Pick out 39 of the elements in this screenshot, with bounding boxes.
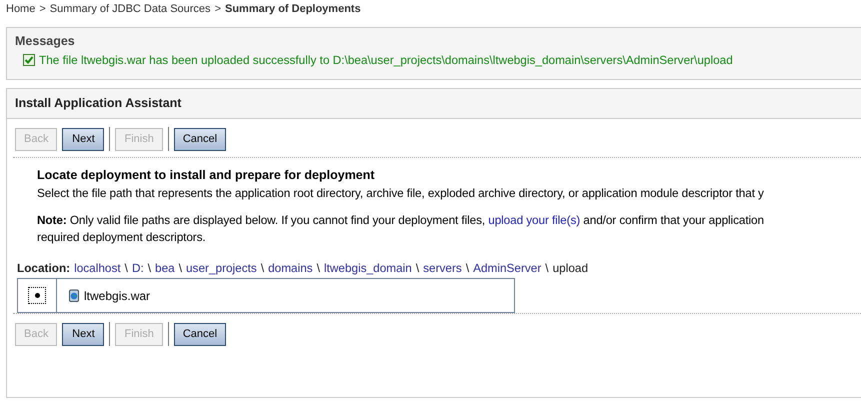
archive-globe-icon xyxy=(69,289,79,302)
path-separator: \ xyxy=(124,261,128,275)
radio-button[interactable] xyxy=(28,287,46,304)
path-separator: \ xyxy=(148,261,152,275)
breadcrumb-link[interactable]: Summary of JDBC Data Sources xyxy=(50,3,211,17)
path-link[interactable]: bea xyxy=(155,261,175,275)
path-separator: \ xyxy=(260,261,264,275)
breadcrumb-current: Summary of Deployments xyxy=(225,3,361,17)
wizard-button[interactable]: Cancel xyxy=(174,322,226,346)
breadcrumb-separator: > xyxy=(214,3,221,17)
assistant-title: Install Application Assistant xyxy=(7,89,861,119)
path-link[interactable]: user_projects xyxy=(186,261,257,275)
note-text-continued: required deployment descriptors. xyxy=(37,230,207,246)
breadcrumb-link[interactable]: Home xyxy=(6,3,36,17)
path-link[interactable]: AdminServer xyxy=(473,261,542,275)
wizard-button[interactable]: Cancel xyxy=(174,128,226,150)
success-message: The file ltwebgis.war has been uploaded successfully to D:\bea\user_projects\domains\ltwebgis_domain\servers\AdminServer\upload xyxy=(39,53,733,67)
path-separator: \ xyxy=(545,261,549,275)
path-link[interactable]: D: xyxy=(132,261,144,275)
path-separator: \ xyxy=(178,261,182,275)
path-separator: \ xyxy=(416,261,420,275)
messages-title: Messages xyxy=(14,33,76,48)
note-text: Note: Only valid file paths are displayed below. If you cannot find your deployment files, upload your file(s) and/or confirm that your application xyxy=(37,213,765,229)
checkbox-tick-icon xyxy=(23,54,35,66)
wizard-button[interactable]: Next xyxy=(62,322,104,346)
upload-link[interactable]: upload your file(s) xyxy=(488,213,580,227)
path-current: upload xyxy=(552,261,588,275)
section-heading: Locate deployment to install and prepare for deployment xyxy=(37,168,376,184)
path-link[interactable]: domains xyxy=(268,261,313,275)
file-name: ltwebgis.war xyxy=(84,288,150,302)
wizard-button[interactable]: Next xyxy=(62,128,104,150)
location-label: Location: xyxy=(17,261,70,275)
breadcrumb-separator: > xyxy=(39,3,46,17)
path-separator: \ xyxy=(316,261,320,275)
path-link[interactable]: ltwebgis_domain xyxy=(324,261,412,275)
path-link[interactable]: localhost xyxy=(74,261,121,275)
path-separator: \ xyxy=(466,261,470,275)
description-text: Select the file path that represents the application root directory, archive file, exploded archive directory, or application module descriptor that y xyxy=(37,186,765,202)
path-link[interactable]: servers xyxy=(423,261,462,275)
